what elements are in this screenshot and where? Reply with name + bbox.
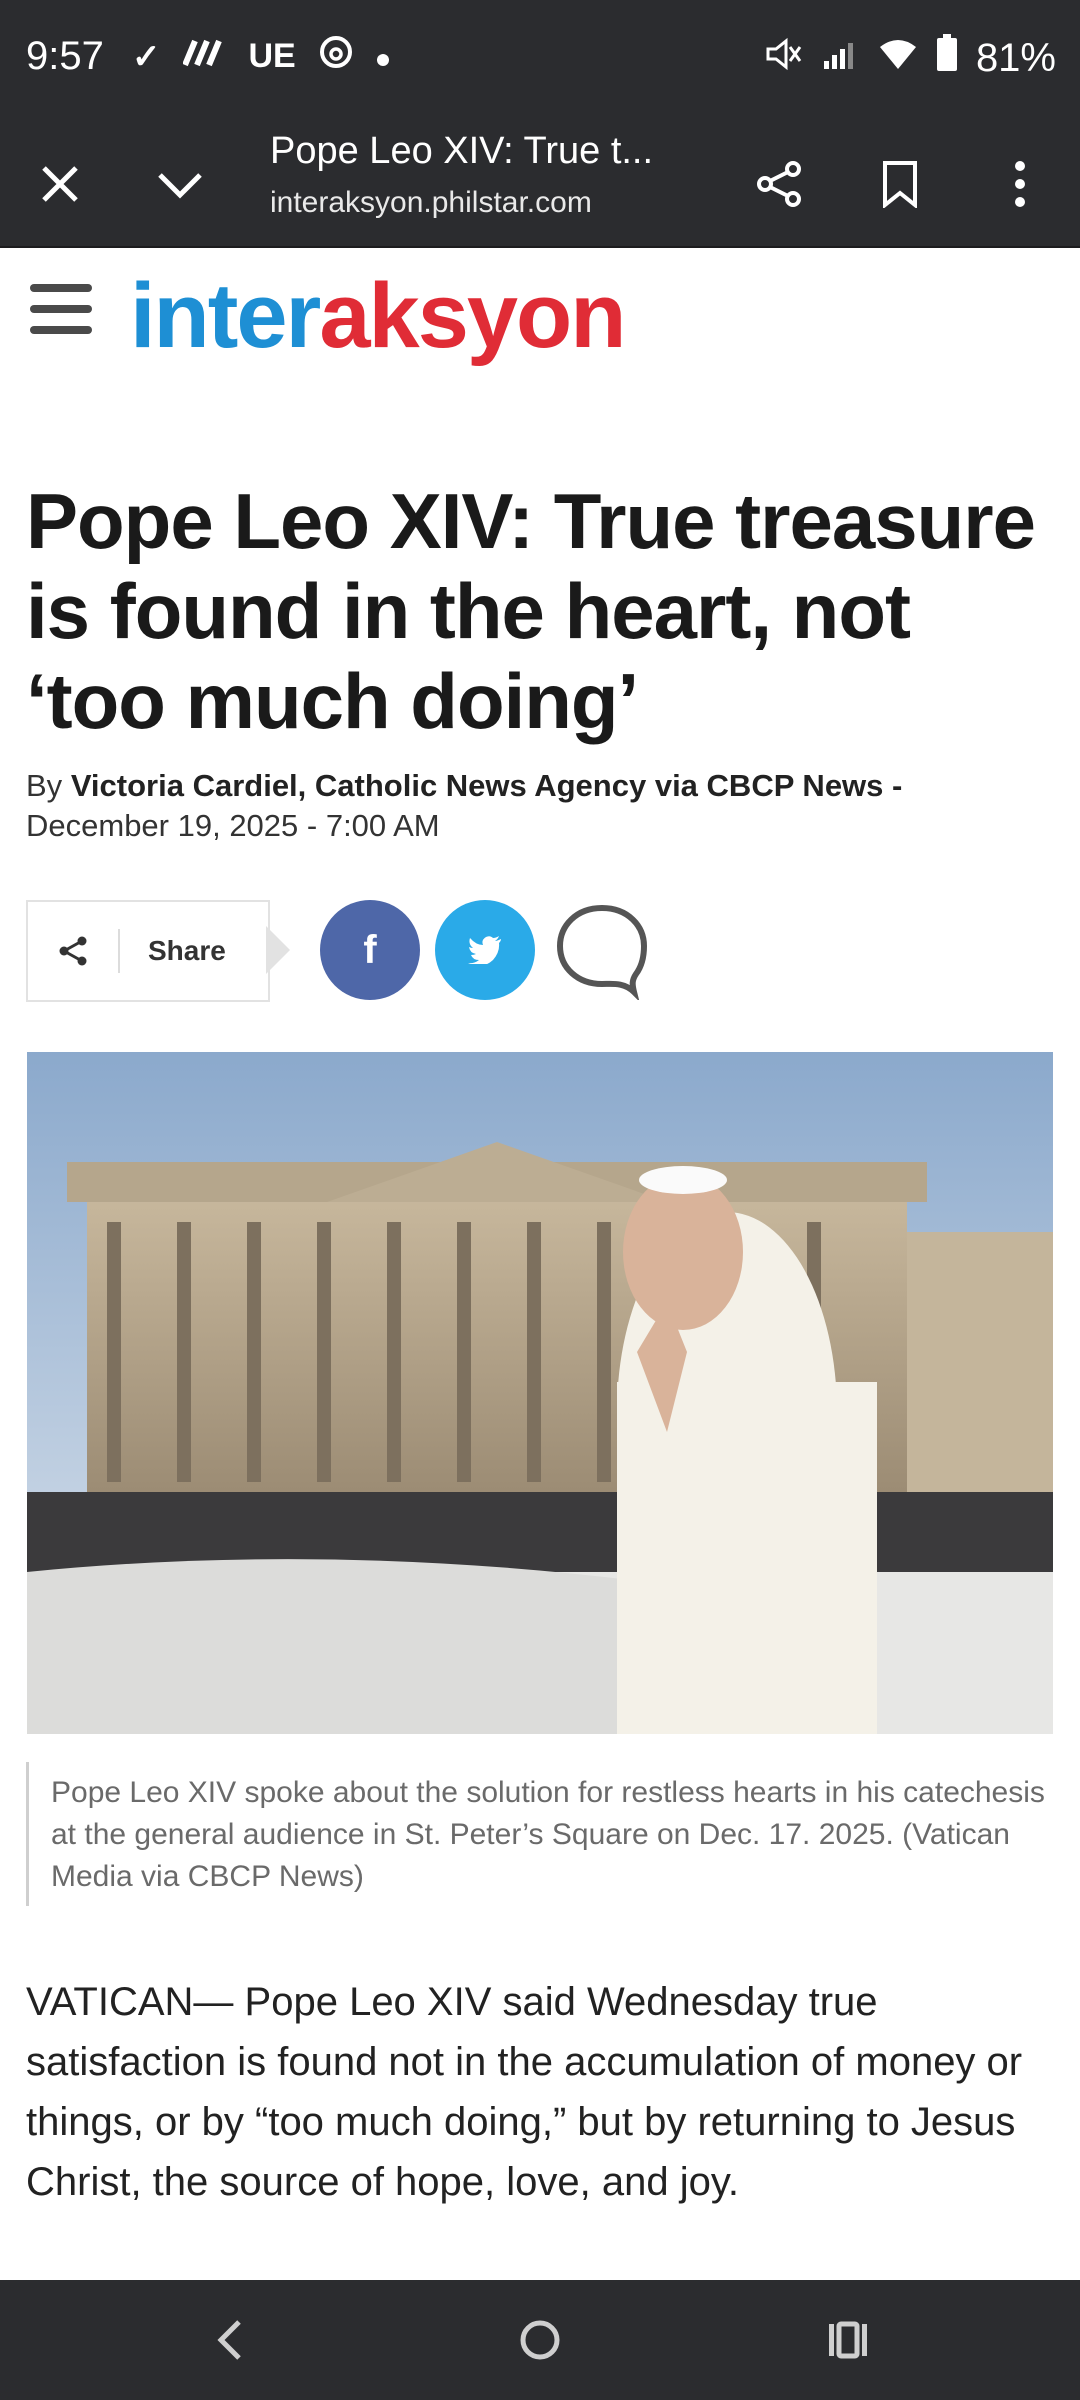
back-icon xyxy=(217,2320,241,2360)
facebook-icon: f xyxy=(363,927,377,972)
share-icon xyxy=(757,161,801,207)
more-menu-button[interactable] xyxy=(982,146,1058,222)
twitter-share-button[interactable] xyxy=(435,900,535,1000)
publish-date: December 19, 2025 - 7:00 AM xyxy=(26,808,440,843)
back-button[interactable] xyxy=(200,2310,260,2370)
menu-bar-icon xyxy=(30,305,92,313)
comment-button[interactable] xyxy=(552,900,652,1000)
share-button[interactable]: Share xyxy=(26,900,270,1002)
twitter-icon xyxy=(468,936,501,964)
comment-icon xyxy=(556,904,648,1000)
article-headline: Pope Leo XIV: True treasure is found in … xyxy=(26,477,1036,745)
close-icon xyxy=(42,166,78,202)
dot-icon xyxy=(376,37,390,76)
home-icon xyxy=(520,2320,560,2360)
bookmark-button[interactable] xyxy=(862,146,938,222)
article-photo xyxy=(27,1052,1053,1734)
more-vert-icon xyxy=(1015,161,1025,207)
status-bar: 9:57 ✓ UE 81% xyxy=(0,0,1080,122)
photo-illustration xyxy=(27,1052,1053,1734)
threads-icon xyxy=(318,34,354,79)
share-box-arrow xyxy=(266,926,290,974)
notification-icons: ✓ UE xyxy=(132,34,390,79)
author-names[interactable]: Victoria Cardiel, Catholic News Agency v… xyxy=(71,768,903,803)
site-header: interaksyon xyxy=(0,248,1080,378)
article-byline: By Victoria Cardiel, Catholic News Agenc… xyxy=(26,766,1056,846)
page-url[interactable]: interaksyon.philstar.com xyxy=(270,186,592,220)
close-tab-button[interactable] xyxy=(22,146,98,222)
photo-caption: Pope Leo XIV spoke about the solution fo… xyxy=(26,1762,1071,1906)
navigation-bar xyxy=(0,2280,1080,2400)
battery-icon xyxy=(936,34,958,82)
check-icon: ✓ xyxy=(132,37,161,76)
menu-bar-icon xyxy=(30,326,92,334)
system-icons: 81% xyxy=(764,34,1056,82)
minimize-button[interactable] xyxy=(142,146,218,222)
menu-button[interactable] xyxy=(30,284,92,334)
bookmark-icon xyxy=(883,161,917,208)
wifi-icon xyxy=(878,36,918,81)
signal-wave-icon xyxy=(181,37,227,76)
recents-icon xyxy=(829,2321,867,2359)
site-logo[interactable]: interaksyon xyxy=(130,264,626,369)
facebook-share-button[interactable]: f xyxy=(320,900,420,1000)
home-button[interactable] xyxy=(510,2310,570,2370)
cell-signal-icon xyxy=(822,36,860,81)
mute-icon xyxy=(764,36,804,81)
share-label: Share xyxy=(148,935,226,966)
chevron-down-icon xyxy=(158,173,202,199)
ue-icon: UE xyxy=(248,37,296,75)
recents-button[interactable] xyxy=(818,2310,878,2370)
menu-bar-icon xyxy=(30,284,92,292)
page-title: Pope Leo XIV: True t... xyxy=(270,130,654,172)
status-time: 9:57 xyxy=(26,34,104,78)
browser-toolbar: Pope Leo XIV: True t... interaksyon.phil… xyxy=(0,122,1080,248)
article-body: VATICAN— Pope Leo XIV said Wednesday tru… xyxy=(26,1980,1023,2204)
logo-part-inter: inter xyxy=(130,265,321,367)
logo-part-aksyon: aksyon xyxy=(319,265,626,367)
by-prefix: By xyxy=(26,768,63,803)
battery-percent: 81% xyxy=(975,35,1056,80)
share-page-button[interactable] xyxy=(742,146,818,222)
share-icon xyxy=(28,929,120,973)
